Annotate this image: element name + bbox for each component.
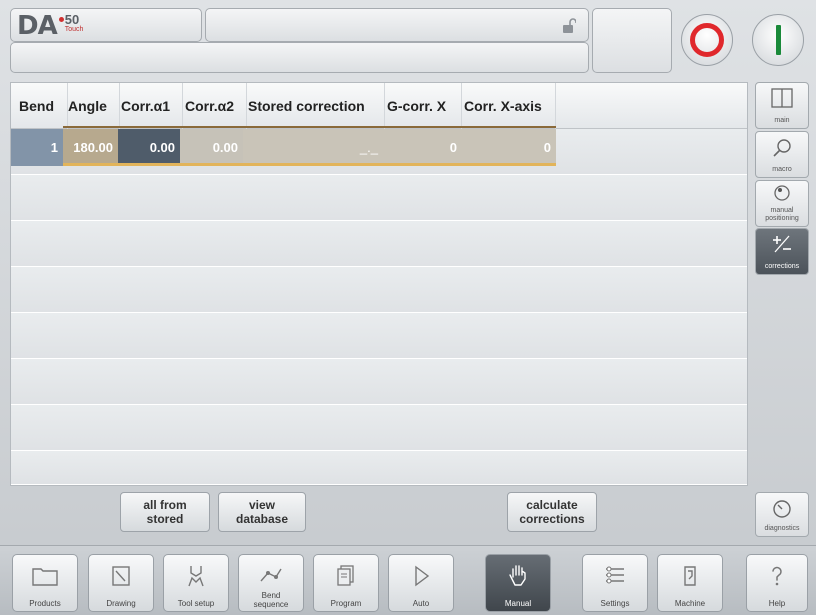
drawing-icon (112, 566, 130, 586)
main-panel-icon (771, 88, 793, 108)
nav-label-machine: Machine (674, 599, 706, 608)
unlocked-padlock-icon[interactable] (562, 18, 576, 34)
sidebar-main-button[interactable]: main (755, 82, 809, 129)
nav-label-settings: Settings (600, 599, 630, 608)
magnifier-icon (773, 139, 791, 157)
help-icon (772, 566, 782, 586)
sidebar-diagnostics-button[interactable]: diagnostics (755, 492, 809, 537)
logo-panel: DA 50 Touch (10, 8, 202, 42)
column-header-stored-correction: Stored correction (248, 83, 385, 129)
start-button[interactable] (752, 14, 804, 66)
column-header-bend: Bend (19, 83, 68, 129)
column-header-g-corr-x: G-corr. X (387, 83, 462, 129)
folder-icon (32, 568, 58, 586)
cell-corr-x-axis[interactable]: 0 (462, 129, 556, 166)
machine-icon (684, 566, 696, 586)
status-message-box (10, 42, 589, 73)
sidebar-label-corrections: corrections (764, 263, 800, 270)
header-aux-box (592, 8, 672, 73)
nav-label-tool-setup: Tool setup (177, 599, 215, 608)
stop-ring-icon (690, 23, 724, 57)
nav-program-button[interactable]: Program (313, 554, 379, 612)
table-row[interactable] (11, 313, 747, 359)
all-from-stored-button[interactable]: all from stored (120, 492, 210, 532)
column-header-angle: Angle (68, 83, 120, 129)
table-row[interactable] (11, 451, 747, 485)
nav-help-button[interactable]: Help (746, 554, 808, 612)
start-bar-icon (775, 25, 781, 55)
nav-label-products: Products (29, 599, 61, 608)
sidebar-label-manual-positioning: manual positioning (765, 207, 799, 222)
calculate-corrections-button[interactable]: calculate corrections (507, 492, 597, 532)
nav-manual-button[interactable]: Manual (485, 554, 551, 612)
nav-drawing-button[interactable]: Drawing (88, 554, 154, 612)
diagnostics-gauge-icon (773, 500, 791, 518)
stop-button[interactable] (681, 14, 733, 66)
nav-tool-setup-button[interactable]: Tool setup (163, 554, 229, 612)
logo-sub: Touch (64, 26, 84, 33)
tool-setup-icon (188, 566, 204, 587)
table-header: Bend Angle Corr.α1 Corr.α2 Stored correc… (11, 83, 747, 129)
settings-list-icon (606, 566, 624, 584)
column-header-corr-a2: Corr.α2 (185, 83, 247, 129)
table-row[interactable] (11, 405, 747, 451)
table-row[interactable] (11, 175, 747, 221)
nav-label-program: Program (330, 599, 362, 608)
nav-auto-button[interactable]: Auto (388, 554, 454, 612)
cell-g-corr-x[interactable]: 0 (383, 129, 462, 166)
hand-icon (509, 565, 526, 586)
sidebar-manual-positioning-button[interactable]: manual positioning (755, 180, 809, 227)
cell-bend[interactable]: 1 (11, 129, 63, 166)
cell-corr-a2[interactable]: 0.00 (180, 129, 243, 166)
nav-label-bend-sequence: Bend sequence (253, 591, 289, 609)
nav-label-help: Help (768, 599, 786, 608)
logo-dot-icon (58, 17, 64, 22)
header-underline (63, 126, 556, 128)
program-icon (337, 565, 354, 586)
column-header-corr-x-axis: Corr. X-axis (464, 83, 556, 129)
nav-label-auto: Auto (412, 599, 430, 608)
view-database-button[interactable]: view database (218, 492, 306, 532)
logo-model: 50 (64, 12, 80, 27)
table-row[interactable] (11, 359, 747, 405)
plus-minus-icon (773, 235, 791, 253)
sidebar-corrections-button[interactable]: corrections (755, 228, 809, 275)
corrections-table: Bend Angle Corr.α1 Corr.α2 Stored correc… (10, 82, 748, 486)
program-title-box (205, 8, 589, 42)
row-highlight-strip (63, 163, 556, 166)
sidebar-label-macro: macro (772, 166, 792, 173)
cell-corr-a1[interactable]: 0.00 (118, 129, 180, 166)
nav-bend-sequence-button[interactable]: Bend sequence (238, 554, 304, 612)
sidebar-label-diagnostics: diagnostics (764, 525, 800, 532)
cell-angle[interactable]: 180.00 (63, 129, 118, 166)
logo-text: DA (17, 11, 58, 41)
table-row[interactable]: 1 180.00 0.00 0.00 _._ 0 0 (11, 129, 747, 175)
manual-positioning-icon (774, 185, 790, 201)
table-row[interactable] (11, 267, 747, 313)
table-row[interactable] (11, 221, 747, 267)
cell-stored-correction[interactable]: _._ (243, 129, 383, 166)
nav-settings-button[interactable]: Settings (582, 554, 648, 612)
nav-products-button[interactable]: Products (12, 554, 78, 612)
sidebar-label-main: main (774, 117, 790, 124)
bend-sequence-icon (260, 568, 282, 582)
play-icon (415, 565, 430, 587)
sidebar-macro-button[interactable]: macro (755, 131, 809, 178)
nav-label-manual: Manual (504, 599, 532, 608)
nav-label-drawing: Drawing (106, 599, 136, 608)
nav-machine-button[interactable]: Machine (657, 554, 723, 612)
da-logo: DA 50 Touch (17, 12, 83, 40)
column-header-corr-a1: Corr.α1 (121, 83, 183, 129)
